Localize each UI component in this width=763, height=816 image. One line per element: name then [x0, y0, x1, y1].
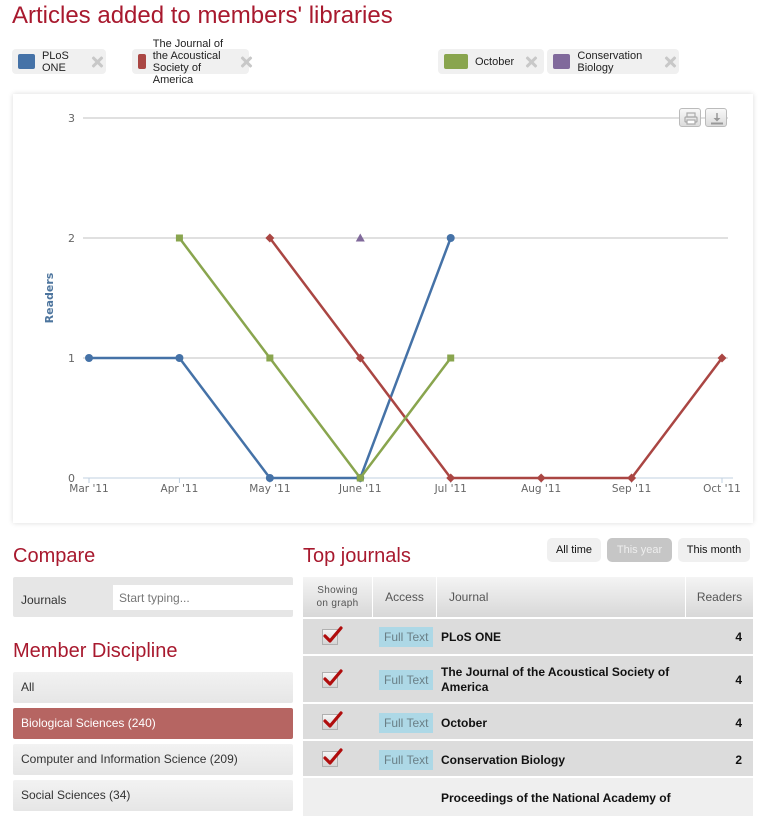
table-row: Full Text October 4 — [303, 702, 753, 739]
series-swatch — [18, 54, 35, 69]
data-point-october — [175, 234, 183, 242]
show-on-graph-checkbox[interactable] — [322, 669, 343, 688]
data-point-october — [356, 474, 364, 482]
data-point-october — [266, 354, 274, 362]
show-on-graph-checkbox[interactable] — [322, 626, 343, 645]
series-swatch — [444, 54, 468, 69]
download-icon — [711, 113, 723, 125]
full-text-link[interactable]: Full Text — [379, 713, 434, 733]
data-point-plos-one — [85, 354, 93, 362]
data-point-plos-one — [265, 474, 274, 482]
readers-count: 4 — [735, 630, 742, 644]
show-on-graph-checkbox[interactable] — [322, 748, 343, 767]
data-point-plos-one — [175, 354, 184, 362]
x-tick-label: Mar '11 — [69, 483, 108, 495]
x-tick-label: Sep '11 — [612, 483, 651, 495]
journals-label: Journals — [21, 593, 67, 607]
show-on-graph-checkbox[interactable] — [322, 711, 343, 730]
y-tick-label: 2 — [68, 232, 75, 245]
full-text-link[interactable]: Full Text — [379, 750, 434, 770]
print-button[interactable] — [679, 108, 701, 127]
journal-name[interactable]: October — [441, 716, 691, 731]
close-icon[interactable] — [239, 55, 244, 69]
journal-name[interactable]: PLoS ONE — [441, 630, 691, 645]
full-text-link[interactable]: Full Text — [379, 670, 434, 690]
legend-tag-october[interactable]: October — [438, 49, 545, 74]
checkmark-icon — [323, 626, 343, 643]
discipline-item-social-sciences[interactable]: Social Sciences (34) — [13, 780, 293, 811]
table-row: Full Text The Journal of the Acoustical … — [303, 654, 753, 702]
readers-count: 4 — [735, 673, 742, 687]
checkmark-icon — [323, 711, 343, 728]
checkmark-icon — [323, 748, 343, 765]
journals-search-input[interactable] — [113, 585, 298, 610]
checkmark-icon — [323, 669, 343, 686]
legend-tag-label: Conservation Biology — [577, 49, 643, 74]
journal-name[interactable]: Proceedings of the National Academy of — [441, 791, 691, 806]
legend-tag-label: The Journal of the Acoustical Society of… — [152, 37, 224, 86]
top-journals-title: Top journals — [303, 545, 411, 567]
y-tick-label: 1 — [68, 352, 75, 365]
x-tick-label: Oct '11 — [703, 483, 741, 495]
data-point-october — [447, 354, 455, 362]
compare-box: Journals — [13, 577, 298, 617]
compare-title: Compare — [13, 545, 96, 567]
table-header: Showing on graph Access Journal Readers — [303, 577, 753, 617]
print-icon — [684, 112, 698, 125]
journal-name[interactable]: Conservation Biology — [441, 753, 691, 768]
table-row: Full Text Conservation Biology 2 — [303, 739, 753, 776]
legend-tag-jasa[interactable]: The Journal of the Acoustical Society of… — [132, 38, 250, 86]
full-text-link[interactable]: Full Text — [379, 627, 434, 647]
journal-name[interactable]: The Journal of the Acoustical Society of… — [441, 665, 691, 695]
range-all-time-button[interactable]: All time — [547, 538, 601, 562]
readers-count: 2 — [735, 753, 742, 767]
header-readers[interactable]: Readers — [686, 577, 753, 617]
legend-tag-label: PLoS ONE — [41, 49, 69, 74]
x-tick-label: Aug '11 — [521, 483, 561, 495]
y-tick-label: 3 — [68, 112, 75, 125]
header-showing-on-graph[interactable]: Showing on graph — [303, 577, 373, 617]
page-title: Articles added to members' libraries — [12, 2, 393, 29]
header-access[interactable]: Access — [373, 577, 437, 617]
readers-count: 4 — [735, 716, 742, 730]
member-discipline-title: Member Discipline — [13, 640, 178, 662]
header-journal[interactable]: Journal — [437, 577, 686, 617]
series-swatch — [553, 54, 571, 69]
legend-tag-conservation-biology[interactable]: Conservation Biology — [547, 49, 679, 74]
x-tick-label: May '11 — [249, 483, 290, 495]
table-row: Full Text PLoS ONE 4 — [303, 617, 753, 654]
series-swatch — [138, 54, 146, 69]
close-icon[interactable] — [663, 55, 673, 69]
table-row: Proceedings of the National Academy of — [303, 776, 753, 816]
chart-panel: 0 1 2 3 Mar '11 Apr '11 May '11 June '11 Jul '11… — [13, 94, 753, 523]
data-point-the-journal-of-the-acoustical-society-of-america — [536, 473, 546, 483]
discipline-item-all[interactable]: All — [13, 672, 293, 703]
line-chart: 0123Mar '11 Apr '11 May '11 June '11 Jul '11… — [43, 112, 741, 495]
x-tick-label: Jul '11 — [434, 483, 467, 495]
close-icon[interactable] — [524, 55, 538, 69]
close-icon[interactable] — [90, 55, 100, 69]
data-point-plos-one — [446, 234, 455, 242]
header-showing-line2: on graph — [316, 598, 359, 609]
legend-tag-label: October — [475, 55, 515, 68]
legend-tag-plos-one[interactable]: PLoS ONE — [12, 49, 106, 74]
header-showing-line1: Showing — [317, 585, 358, 596]
x-tick-label: June '11 — [338, 483, 381, 495]
x-tick-label: Apr '11 — [161, 483, 199, 495]
range-this-month-button[interactable]: This month — [678, 538, 750, 562]
range-this-year-button[interactable]: This year — [607, 538, 672, 562]
discipline-item-computer-science[interactable]: Computer and Information Science (209) — [13, 744, 293, 775]
download-button[interactable] — [705, 108, 727, 127]
y-axis-title: Readers — [43, 272, 56, 323]
discipline-item-biological-sciences[interactable]: Biological Sciences (240) — [13, 708, 293, 739]
